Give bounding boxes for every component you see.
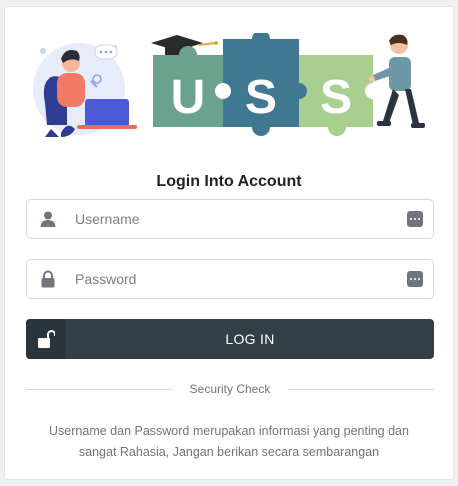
username-field[interactable] bbox=[26, 199, 434, 239]
user-icon bbox=[40, 211, 56, 227]
security-notice: Username dan Password merupakan informas… bbox=[49, 424, 409, 459]
person-at-laptop-illustration bbox=[33, 43, 137, 137]
divider-text: Security Check bbox=[189, 382, 271, 396]
lock-icon bbox=[41, 270, 55, 288]
login-card: U S S Login Into Account Username LOG IN… bbox=[4, 6, 454, 480]
login-button[interactable]: LOG IN bbox=[26, 319, 434, 359]
password-manager-icon[interactable] bbox=[407, 271, 423, 287]
login-button-label: LOG IN bbox=[225, 331, 275, 347]
person-pushing-puzzle-illustration bbox=[369, 34, 425, 128]
security-check-divider: Security Check bbox=[26, 381, 434, 397]
password-field[interactable] bbox=[26, 259, 434, 299]
username-input[interactable] bbox=[75, 200, 375, 238]
unlock-icon bbox=[38, 330, 55, 348]
login-button-icon-box bbox=[26, 319, 66, 359]
brand-letter-s1: S bbox=[245, 71, 277, 124]
uss-banner-illustration: U S S bbox=[33, 33, 425, 137]
brand-letter-s2: S bbox=[320, 71, 352, 124]
password-manager-icon[interactable] bbox=[407, 211, 423, 227]
page-title: Login Into Account bbox=[156, 173, 302, 190]
password-input[interactable] bbox=[75, 260, 375, 298]
brand-letter-u: U bbox=[171, 71, 206, 124]
